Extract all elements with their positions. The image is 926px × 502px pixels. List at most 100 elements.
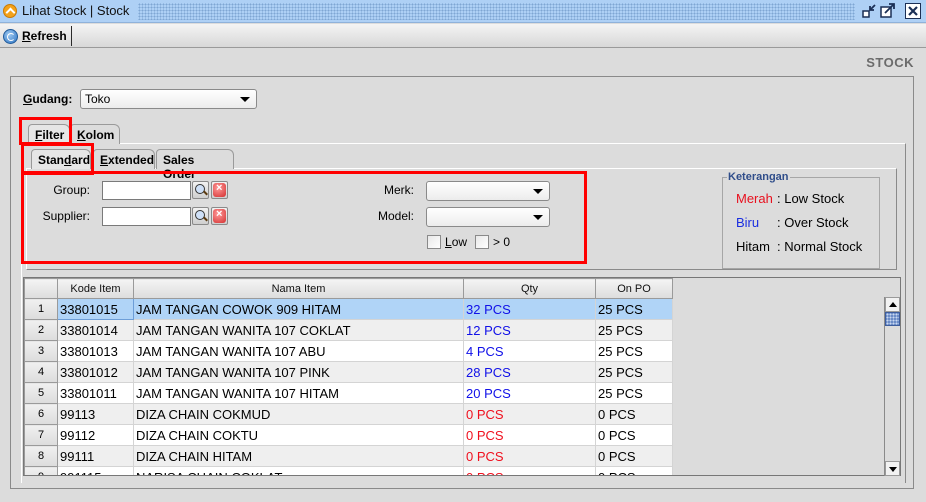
cell-on-po[interactable]: 0 PCS (595, 403, 673, 425)
cell-on-po[interactable]: 25 PCS (595, 382, 673, 404)
table-row[interactable]: 9991115NARISA CHAIN COKLAT0 PCS0 PCS (24, 466, 673, 475)
title-bar-drag-area[interactable] (138, 3, 855, 20)
cell-on-po[interactable]: 0 PCS (595, 424, 673, 446)
table-row[interactable]: 2 33801014 JAM TANGAN WANITA 107 COKLAT 12 … (24, 319, 673, 341)
scroll-down-icon[interactable] (885, 461, 900, 476)
row-number[interactable]: 4 (24, 361, 58, 383)
scroll-up-icon[interactable] (885, 297, 900, 312)
merk-select[interactable] (426, 181, 550, 201)
table-row[interactable]: 4 33801012 JAM TANGAN WANITA 107 PINK 28 PC… (24, 361, 673, 383)
tab-standard[interactable]: Standard (31, 149, 91, 169)
chevron-down-icon (533, 215, 543, 220)
cell-kode-item[interactable]: 99111 (57, 445, 134, 467)
table-row[interactable]: 5 33801011 JAM TANGAN WANITA 107 HITAM 20 P… (24, 382, 673, 404)
tab-sales-order[interactable]: Sales Order (156, 149, 234, 181)
group-label: Group: (53, 183, 90, 197)
gudang-select[interactable]: Toko (80, 89, 257, 109)
cell-on-po[interactable]: 25 PCS (595, 319, 673, 341)
merk-label: Merk: (384, 183, 414, 197)
legend-item-normal: Hitam: Normal Stock (736, 239, 863, 254)
cell-kode-item[interactable]: 99112 (57, 424, 134, 446)
row-number[interactable]: 5 (24, 382, 58, 404)
stock-table: Kode Item Nama Item Qty On PO 1 33801015 J… (23, 277, 901, 476)
section-label: STOCK (866, 55, 914, 70)
title-bar: Lihat Stock | Stock (0, 0, 926, 23)
table-row[interactable]: 6 99113 DIZA CHAIN COKMUD 0 PCS 0 PCS (24, 403, 673, 425)
column-header-kode-item[interactable]: Kode Item (57, 278, 134, 299)
cell-qty[interactable]: 0 PCS (463, 403, 596, 425)
cell-nama-item[interactable]: JAM TANGAN WANITA 107 HITAM (133, 382, 464, 404)
gudang-label: Gudang: (23, 92, 73, 106)
tab-filter[interactable]: Filter (28, 124, 70, 144)
toolbar: Refresh (0, 24, 926, 48)
tab-kolom[interactable]: Kolom (70, 124, 120, 144)
maximize-icon[interactable] (880, 3, 896, 19)
low-label: Low (445, 235, 468, 249)
app-icon (3, 4, 17, 18)
cell-kode-item[interactable]: 991115 (57, 466, 134, 475)
row-number[interactable]: 1 (24, 298, 58, 320)
group-search-icon[interactable] (192, 181, 209, 199)
column-header-qty[interactable]: Qty (463, 278, 596, 299)
cell-on-po[interactable]: 25 PCS (595, 340, 673, 362)
group-clear-icon[interactable] (211, 181, 228, 199)
cell-on-po[interactable]: 25 PCS (595, 298, 673, 320)
model-select[interactable] (426, 207, 550, 227)
cell-qty[interactable]: 0 PCS (463, 424, 596, 446)
column-header-on-po[interactable]: On PO (595, 278, 673, 299)
gt0-label: > 0 (493, 235, 511, 249)
table-row[interactable]: 1 33801015 JAM TANGAN COWOK 909 HITAM 32 PC… (24, 298, 673, 320)
low-checkbox[interactable] (427, 235, 441, 249)
cell-kode-item[interactable]: 99113 (57, 403, 134, 425)
gudang-value: Toko (85, 92, 111, 106)
gt0-checkbox[interactable] (475, 235, 489, 249)
supplier-input[interactable] (102, 207, 191, 226)
cell-kode-item[interactable]: 33801012 (57, 361, 134, 383)
cell-nama-item[interactable]: JAM TANGAN WANITA 107 COKLAT (133, 319, 464, 341)
cell-nama-item[interactable]: NARISA CHAIN COKLAT (133, 466, 464, 475)
cell-kode-item[interactable]: 33801014 (57, 319, 134, 341)
cell-qty[interactable]: 12 PCS (463, 319, 596, 341)
column-header-nama-item[interactable]: Nama Item (133, 278, 464, 299)
cell-nama-item[interactable]: DIZA CHAIN HITAM (133, 445, 464, 467)
cell-on-po[interactable]: 25 PCS (595, 361, 673, 383)
row-number[interactable]: 2 (24, 319, 58, 341)
cell-nama-item[interactable]: DIZA CHAIN COKMUD (133, 403, 464, 425)
cell-qty[interactable]: 0 PCS (463, 466, 596, 475)
cell-qty[interactable]: 32 PCS (463, 298, 596, 320)
cell-qty[interactable]: 28 PCS (463, 361, 596, 383)
chevron-down-icon (240, 97, 250, 102)
scrollbar-thumb[interactable] (885, 312, 900, 326)
row-number[interactable]: 6 (24, 403, 58, 425)
row-number[interactable]: 8 (24, 445, 58, 467)
row-number[interactable]: 3 (24, 340, 58, 362)
supplier-search-icon[interactable] (192, 207, 209, 225)
cell-on-po[interactable]: 0 PCS (595, 466, 673, 475)
group-input[interactable] (102, 181, 191, 200)
cell-nama-item[interactable]: JAM TANGAN WANITA 107 PINK (133, 361, 464, 383)
minimize-icon[interactable] (862, 3, 878, 19)
cell-qty[interactable]: 4 PCS (463, 340, 596, 362)
row-number[interactable]: 9 (24, 466, 58, 475)
refresh-button[interactable]: Refresh (3, 26, 72, 46)
cell-kode-item[interactable]: 33801015 (57, 298, 134, 320)
cell-nama-item[interactable]: DIZA CHAIN COKTU (133, 424, 464, 446)
refresh-label: Refresh (22, 29, 67, 43)
table-row[interactable]: 8 99111 DIZA CHAIN HITAM 0 PCS 0 PCS (24, 445, 673, 467)
window-title: Lihat Stock | Stock (22, 3, 130, 18)
vertical-scrollbar[interactable] (884, 297, 900, 476)
cell-qty[interactable]: 20 PCS (463, 382, 596, 404)
cell-kode-item[interactable]: 33801011 (57, 382, 134, 404)
cell-nama-item[interactable]: JAM TANGAN WANITA 107 ABU (133, 340, 464, 362)
cell-qty[interactable]: 0 PCS (463, 445, 596, 467)
cell-nama-item[interactable]: JAM TANGAN COWOK 909 HITAM (133, 298, 464, 320)
supplier-clear-icon[interactable] (211, 207, 228, 225)
cell-on-po[interactable]: 0 PCS (595, 445, 673, 467)
cell-kode-item[interactable]: 33801013 (57, 340, 134, 362)
row-number[interactable]: 7 (24, 424, 58, 446)
table-row[interactable]: 7 99112 DIZA CHAIN COKTU 0 PCS 0 PCS (24, 424, 673, 446)
table-header-row: Kode Item Nama Item Qty On PO (24, 278, 673, 299)
tab-extended[interactable]: Extended (93, 149, 155, 169)
table-row[interactable]: 3 33801013 JAM TANGAN WANITA 107 ABU 4 PCS 2… (24, 340, 673, 362)
close-icon[interactable] (905, 3, 921, 19)
